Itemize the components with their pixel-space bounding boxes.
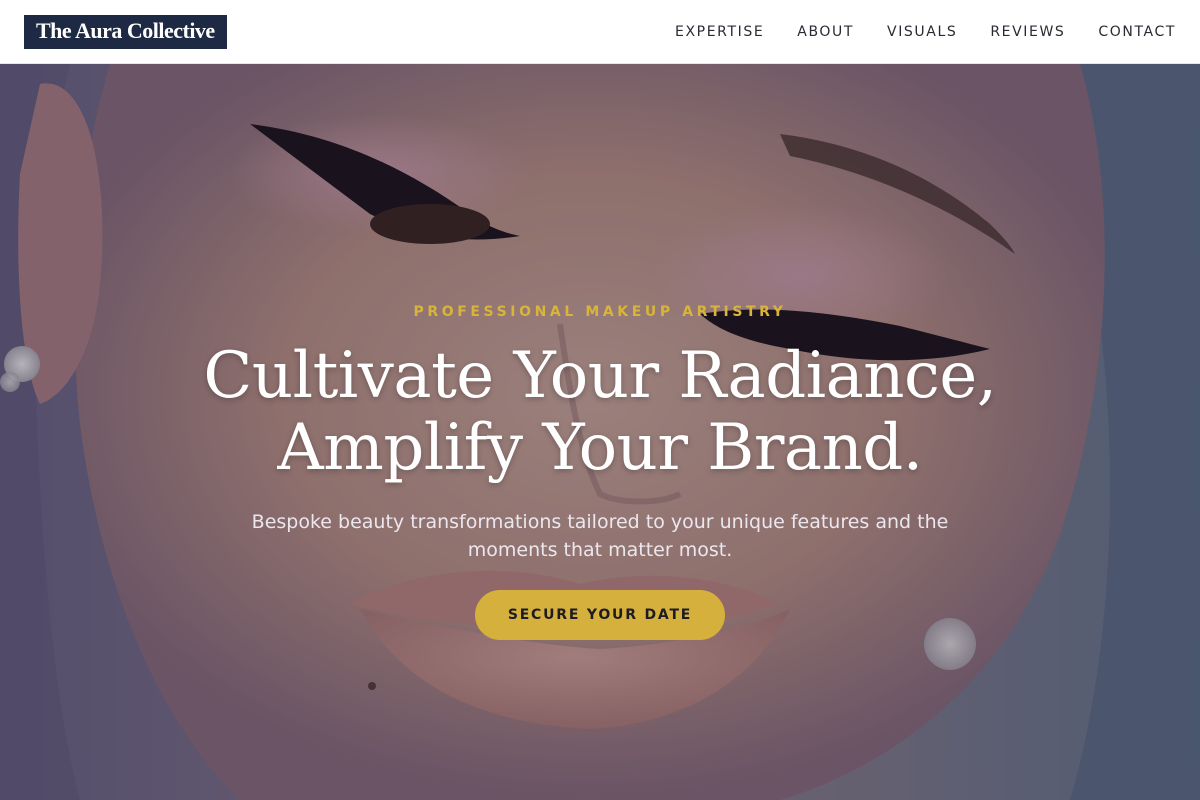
nav-item-contact[interactable]: CONTACT	[1098, 24, 1176, 40]
top-navbar: The Aura Collective EXPERTISE ABOUT VISU…	[0, 0, 1200, 64]
main-nav: EXPERTISE ABOUT VISUALS REVIEWS CONTACT	[675, 24, 1176, 40]
hero-headline-line-2: Amplify Your Brand.	[277, 411, 923, 485]
hero-subheading: Bespoke beauty transformations tailored …	[251, 511, 949, 561]
brand-logo[interactable]: The Aura Collective	[24, 14, 227, 49]
hero-headline-line-1: Cultivate Your Radiance,	[203, 339, 997, 413]
hero-headline: Cultivate Your Radiance, Amplify Your Br…	[100, 340, 1100, 484]
nav-item-expertise[interactable]: EXPERTISE	[675, 24, 764, 40]
nav-item-about[interactable]: ABOUT	[797, 24, 854, 40]
hero-section: PROFESSIONAL MAKEUP ARTISTRY Cultivate Y…	[0, 64, 1200, 800]
secure-your-date-button[interactable]: SECURE YOUR DATE	[475, 590, 725, 640]
hero-eyebrow: PROFESSIONAL MAKEUP ARTISTRY	[413, 304, 787, 320]
nav-item-visuals[interactable]: VISUALS	[887, 24, 957, 40]
hero-content: PROFESSIONAL MAKEUP ARTISTRY Cultivate Y…	[0, 64, 1200, 800]
nav-item-reviews[interactable]: REVIEWS	[990, 24, 1065, 40]
